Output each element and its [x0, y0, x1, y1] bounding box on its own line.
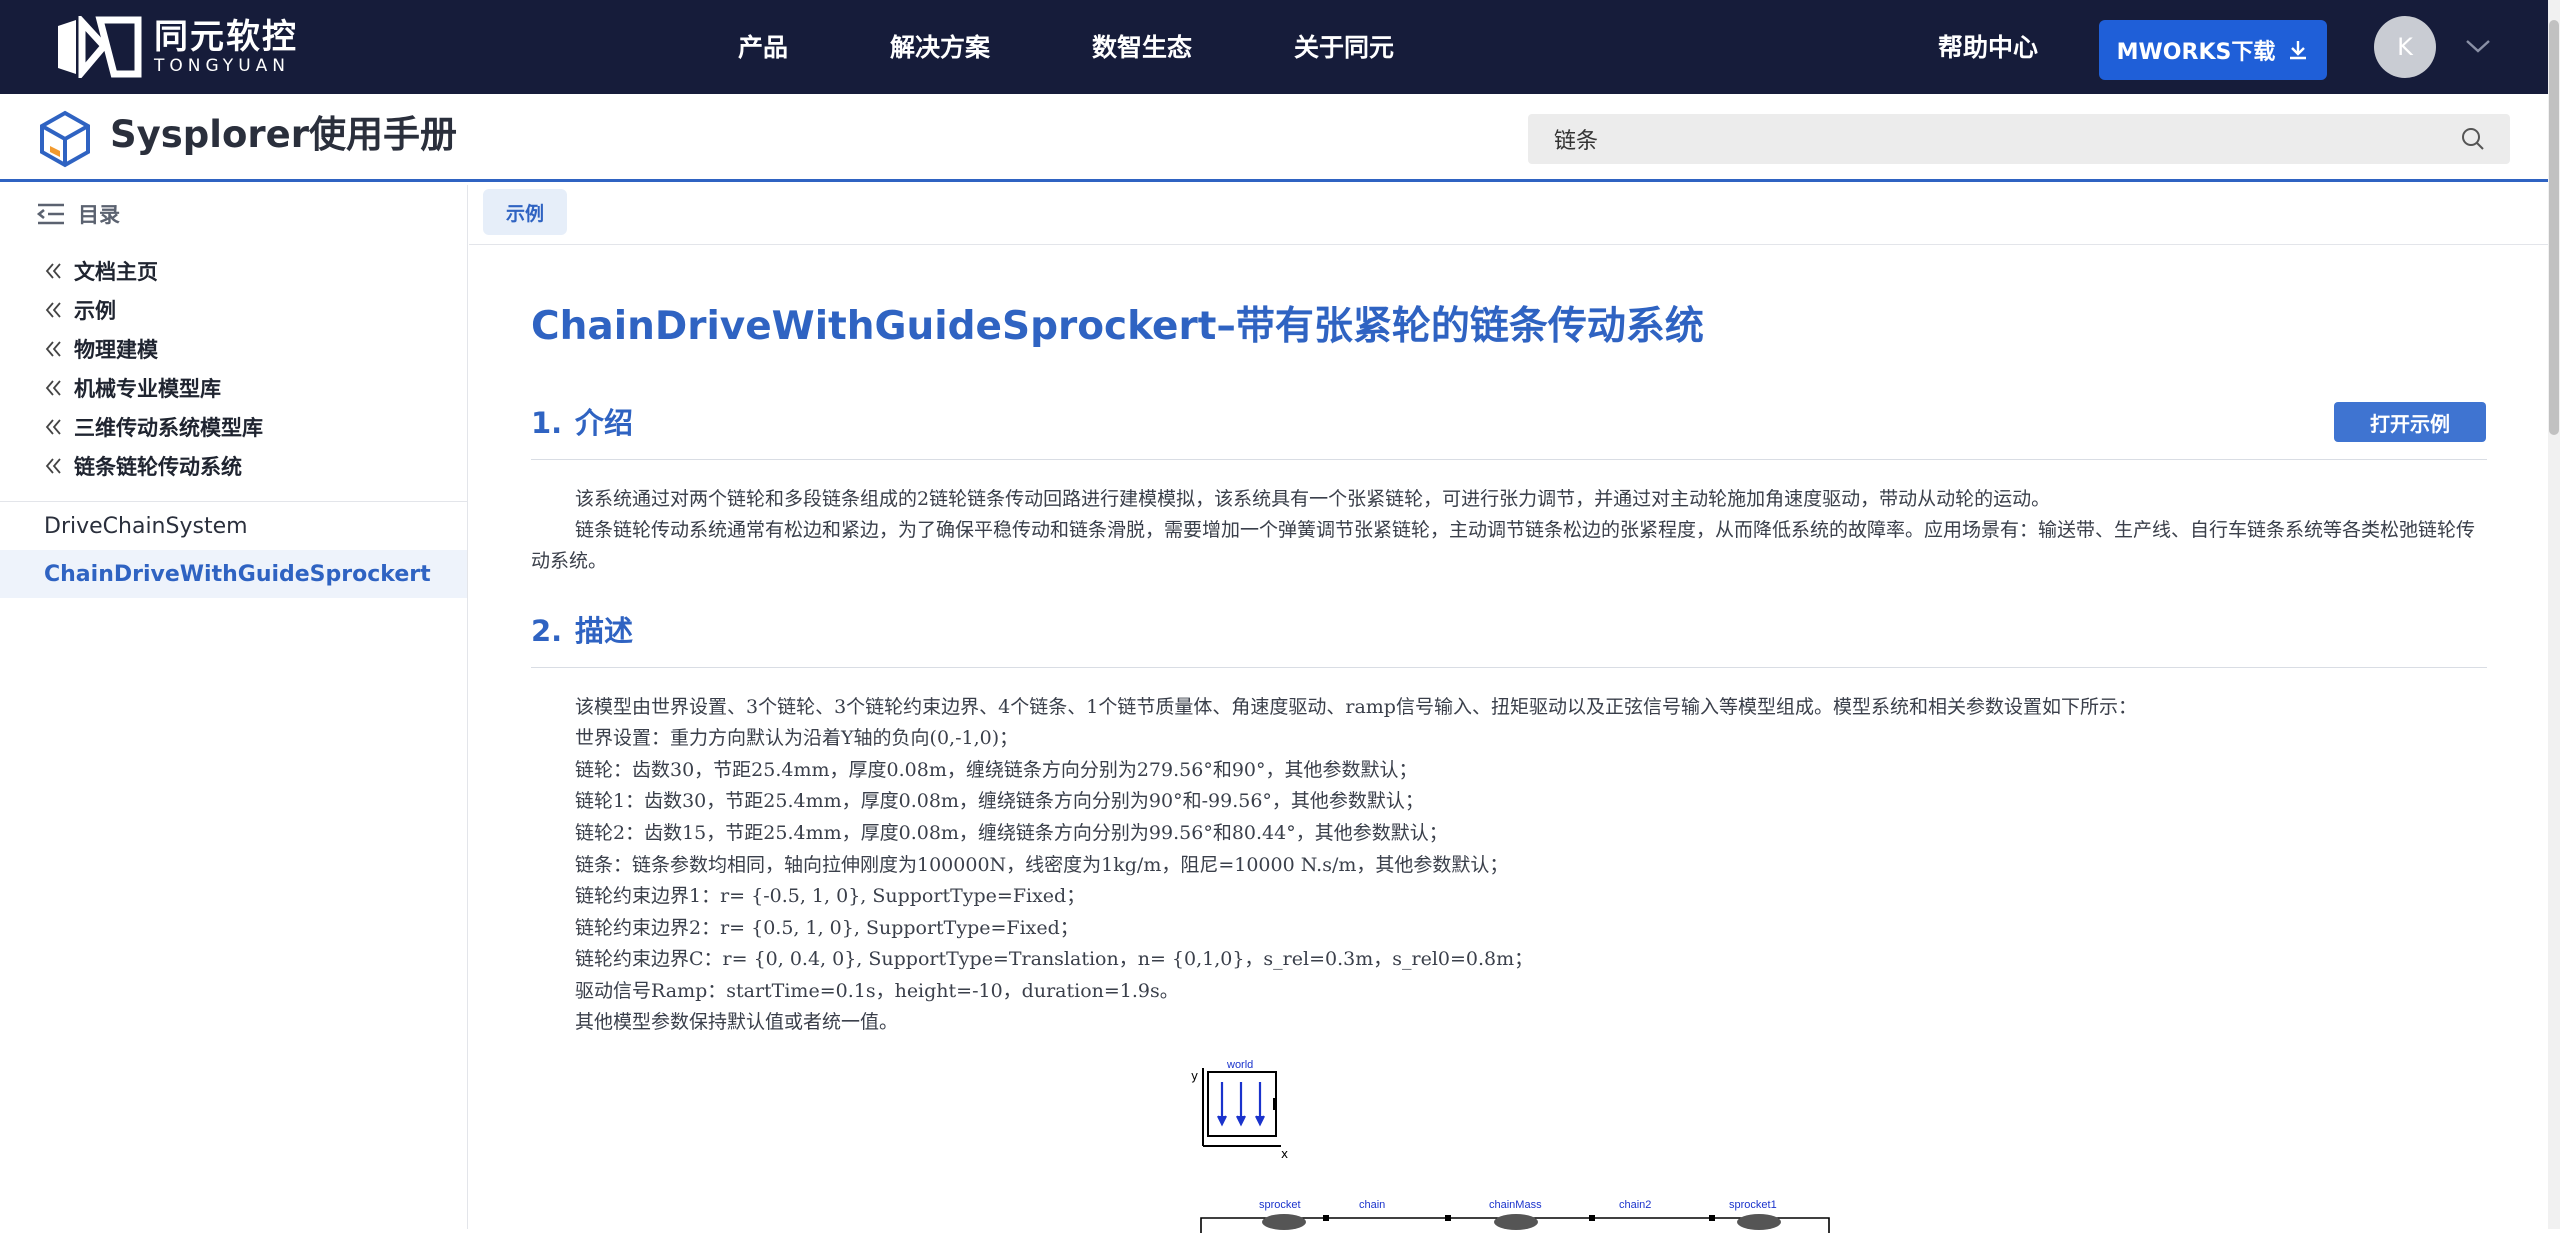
brand-text: 同元软控 TONGYUAN	[154, 18, 298, 76]
toc-crumb-label: 机械专业模型库	[74, 377, 221, 401]
toc-crumb-home[interactable]: 文档主页	[44, 257, 158, 285]
nav-products[interactable]: 产品	[738, 32, 788, 64]
top-navbar: 同元软控 TONGYUAN 产品 解决方案 数智生态 关于同元 帮助中心 MWO…	[0, 0, 2548, 94]
sidebar-item-drivechainsystem[interactable]: DriveChainSystem	[0, 502, 467, 550]
double-chevron-left-icon	[45, 341, 61, 357]
chevron-down-icon[interactable]	[2465, 38, 2491, 54]
desc-line: 该模型由世界设置、3个链轮、3个链轮约束边界、4个链条、1个链节质量体、角速度驱…	[575, 696, 2137, 718]
double-chevron-left-icon	[45, 458, 61, 474]
manual-header: Sysplorer使用手册	[0, 94, 2548, 182]
search-icon[interactable]	[2460, 126, 2486, 152]
desc-line: 世界设置：重力方向默认为沿着Y轴的负向(0,-1,0)；	[575, 727, 1019, 749]
menu-collapse-icon	[36, 203, 64, 225]
search-box	[1528, 114, 2510, 164]
section-number: 2.	[531, 614, 563, 648]
diagram-label-chain2: chain2	[1619, 1199, 1651, 1211]
desc-line: 链轮约束边界C：r= {0, 0.4, 0}, SupportType=Tran…	[575, 948, 1534, 970]
diagram-label-sprocket: sprocket	[1259, 1199, 1301, 1211]
model-diagram: world y x sprocket chain chainMass chain…	[1191, 1059, 1830, 1233]
toc-toggle[interactable]: 目录	[36, 199, 120, 229]
section-number: 1.	[531, 406, 563, 440]
toc-crumb-physical-modeling[interactable]: 物理建模	[44, 335, 158, 363]
brand-logo[interactable]: 同元软控 TONGYUAN	[52, 16, 298, 78]
desc-line: 链轮：齿数30，节距25.4mm，厚度0.08m，缠绕链条方向分别为279.56…	[575, 759, 1418, 781]
tongyuan-logo-icon	[58, 16, 142, 78]
brand-name-en: TONGYUAN	[154, 56, 290, 76]
sidebar-item-chaindrivewithguidesprockert[interactable]: ChainDriveWithGuideSprockert	[0, 550, 467, 598]
toc-crumb-examples[interactable]: 示例	[44, 296, 116, 324]
download-button-label: MWORKS下载	[2116, 40, 2276, 65]
section-divider	[531, 667, 2487, 668]
double-chevron-left-icon	[45, 302, 61, 318]
toc-crumb-label: 示例	[74, 299, 116, 323]
chainmass-gear	[1494, 1214, 1538, 1230]
diagram-label-y: y	[1191, 1069, 1198, 1083]
section-divider	[531, 459, 2487, 460]
download-icon	[2290, 41, 2307, 60]
sprocket-gear	[1262, 1214, 1306, 1230]
nav-solutions[interactable]: 解决方案	[890, 32, 990, 64]
tab-examples[interactable]: 示例	[483, 189, 567, 235]
brand-name-cn: 同元软控	[154, 17, 298, 57]
nav-about[interactable]: 关于同元	[1294, 32, 1394, 64]
nav-help-center[interactable]: 帮助中心	[1938, 32, 2038, 64]
section-heading-intro: 1. 介绍	[531, 404, 633, 442]
section-title: 介绍	[575, 406, 634, 440]
desc-line: 链条：链条参数均相同，轴向拉伸刚度为100000N，线密度为1kg/m，阻尼=1…	[575, 854, 1509, 876]
double-chevron-left-icon	[45, 380, 61, 396]
double-chevron-left-icon	[45, 263, 61, 279]
desc-line: 链轮2：齿数15，节距25.4mm，厚度0.08m，缠绕链条方向分别为99.56…	[575, 822, 1448, 844]
intro-paragraph: 链条链轮传动系统通常有松边和紧边，为了确保平稳传动和链条滑脱，需要增加一个弹簧调…	[531, 519, 2476, 572]
section-title: 描述	[575, 614, 634, 648]
desc-line: 驱动信号Ramp：startTime=0.1s，height=-10，durat…	[575, 980, 1179, 1002]
open-example-button[interactable]: 打开示例	[2334, 402, 2486, 442]
toc-crumb-3d-transmission[interactable]: 三维传动系统模型库	[44, 413, 263, 441]
scrollbar-thumb[interactable]	[2549, 20, 2559, 435]
toc-crumb-label: 文档主页	[74, 260, 158, 284]
manual-title: Sysplorer使用手册	[110, 113, 457, 156]
diagram-label-chain: chain	[1359, 1199, 1385, 1211]
mworks-download-button[interactable]: MWORKS下载	[2099, 20, 2327, 80]
intro-paragraph: 该系统通过对两个链轮和多段链条组成的2链轮链条传动回路进行建模模拟，该系统具有一…	[575, 488, 2051, 510]
toc-crumb-label: 三维传动系统模型库	[74, 416, 263, 440]
diagram-label-x: x	[1281, 1147, 1288, 1161]
search-input[interactable]	[1528, 126, 2460, 152]
toc-crumb-label: 物理建模	[74, 338, 158, 362]
user-avatar[interactable]: K	[2374, 16, 2436, 78]
sprocket1-gear	[1737, 1214, 1781, 1230]
cube-icon	[40, 110, 90, 168]
desc-line: 链轮1：齿数30，节距25.4mm，厚度0.08m，缠绕链条方向分别为90°和-…	[575, 790, 1424, 812]
toc-crumb-mechanical-library[interactable]: 机械专业模型库	[44, 374, 221, 402]
toc-crumb-chain-sprocket[interactable]: 链条链轮传动系统	[44, 452, 242, 480]
diagram-label-sprocket1: sprocket1	[1729, 1199, 1777, 1211]
page-title: ChainDriveWithGuideSprockert–带有张紧轮的链条传动系…	[531, 304, 1704, 349]
toc-sidebar: 目录 文档主页 示例 物理建模 机械专业模型库 三维传动系统模型库 链条链轮传动…	[0, 185, 468, 1229]
section-heading-description: 2. 描述	[531, 612, 633, 650]
desc-line: 其他模型参数保持默认值或者统一值。	[575, 1011, 899, 1033]
desc-line: 链轮约束边界2：r= {0.5, 1, 0}, SupportType=Fixe…	[575, 917, 1079, 939]
double-chevron-left-icon	[45, 419, 61, 435]
diagram-label-world: world	[1226, 1059, 1253, 1071]
toc-crumb-label: 链条链轮传动系统	[74, 455, 242, 479]
toc-label: 目录	[78, 203, 120, 227]
diagram-label-chainmass: chainMass	[1489, 1199, 1542, 1211]
nav-ecosystem[interactable]: 数智生态	[1092, 32, 1192, 64]
desc-line: 链轮约束边界1：r= {-0.5, 1, 0}, SupportType=Fix…	[575, 885, 1086, 907]
doc-tabs: 示例	[469, 185, 2548, 245]
